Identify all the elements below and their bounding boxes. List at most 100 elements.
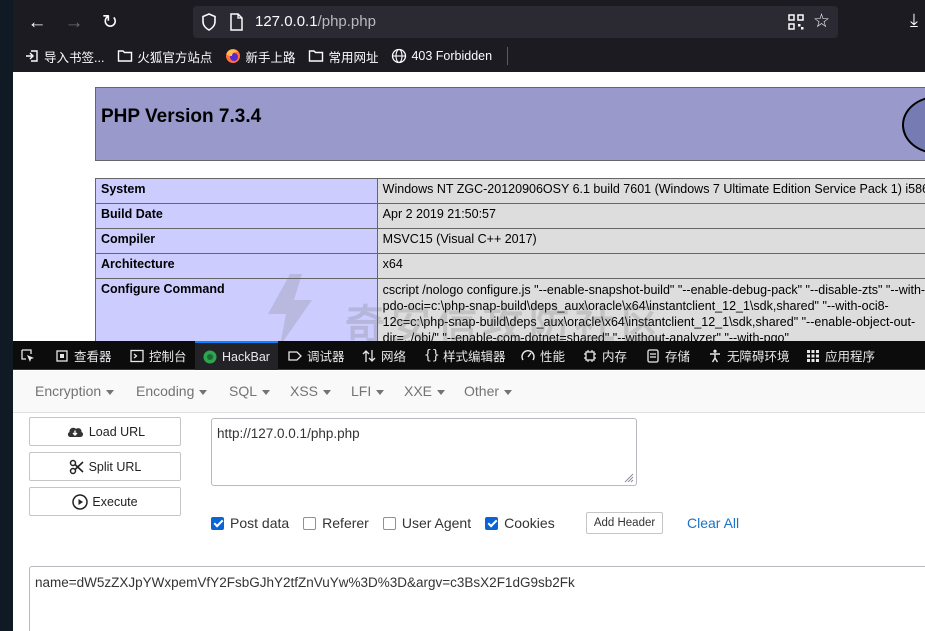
bookmark-common-sites[interactable]: 常用网址 xyxy=(308,47,378,66)
bookmark-star-icon[interactable]: ☆ xyxy=(813,10,830,33)
tab-element-picker[interactable] xyxy=(21,341,40,370)
storage-icon xyxy=(647,348,659,363)
menu-xss[interactable]: XSS xyxy=(290,383,331,399)
forward-icon[interactable]: → xyxy=(61,10,87,36)
watermark-logo-icon xyxy=(268,274,312,346)
bookmarks-toolbar: 导入书签... 火狐官方站点 新手上路 常用网址 403 Forbidden xyxy=(24,44,509,68)
menu-encoding[interactable]: Encoding xyxy=(136,383,207,399)
referer-checkbox[interactable] xyxy=(303,516,317,530)
row-key: Build Date xyxy=(95,203,378,229)
bookmark-label: 新手上路 xyxy=(245,50,296,65)
tab-label: 性能 xyxy=(540,350,566,364)
load-url-button[interactable]: Load URL xyxy=(29,417,181,446)
option-cookies[interactable]: Cookies xyxy=(485,515,555,531)
window-edge xyxy=(0,0,13,631)
post-data-value: name=dW5zZXJpYWxpemVfY2FsbGJhY2tfZnVuYw%… xyxy=(35,575,575,590)
bookmark-import[interactable]: 导入书签... xyxy=(24,47,104,66)
qr-code-icon[interactable] xyxy=(788,14,804,30)
tab-label: 查看器 xyxy=(74,350,112,364)
bookmark-getting-started[interactable]: 新手上路 xyxy=(225,47,295,66)
hackbar-menubar: Encryption Encoding SQL XSS LFI XXE Othe… xyxy=(13,371,925,413)
menu-sql[interactable]: SQL xyxy=(229,383,270,399)
cookies-checkbox[interactable] xyxy=(485,516,499,530)
bookmark-label: 导入书签... xyxy=(44,50,105,65)
row-key: System xyxy=(95,178,378,204)
inspector-icon xyxy=(56,349,68,362)
tab-style-editor[interactable]: {} 样式编辑器 xyxy=(424,341,506,370)
firefox-icon xyxy=(226,49,241,63)
devtools-panel: 查看器 控制台 HackBar 调试器 网络 {} 样式编辑器 性能 内存 存储… xyxy=(13,341,925,631)
menu-lfi[interactable]: LFI xyxy=(351,383,384,399)
tab-label: 应用程序 xyxy=(825,350,876,364)
back-icon[interactable]: ← xyxy=(24,10,50,36)
performance-icon xyxy=(521,349,535,360)
accessibility-icon xyxy=(710,349,720,362)
tab-accessibility[interactable]: 无障碍环境 xyxy=(708,341,790,370)
page-icon xyxy=(230,13,243,31)
option-user-agent[interactable]: User Agent xyxy=(382,515,472,531)
option-post-data[interactable]: Post data xyxy=(211,515,289,531)
bookmark-403-forbidden[interactable]: 403 Forbidden xyxy=(391,48,492,64)
php-logo-icon xyxy=(902,96,925,154)
tab-label: 调试器 xyxy=(307,350,345,364)
post-data-checkbox[interactable] xyxy=(211,516,224,530)
folder-icon xyxy=(309,50,324,62)
download-icon[interactable]: ⤓ xyxy=(910,10,918,31)
bookmark-firefox-site[interactable]: 火狐官方站点 xyxy=(117,47,212,66)
menu-xxe[interactable]: XXE xyxy=(404,383,445,399)
user-agent-checkbox[interactable] xyxy=(382,516,396,530)
tab-memory[interactable]: 内存 xyxy=(583,341,627,370)
option-label: Cookies xyxy=(504,515,555,531)
option-label: User Agent xyxy=(401,515,472,531)
option-referer[interactable]: Referer xyxy=(303,515,369,531)
tab-application[interactable]: 应用程序 xyxy=(806,341,875,370)
table-row: Compiler MSVC15 (Visual C++ 2017) xyxy=(95,228,925,254)
execute-button[interactable]: Execute xyxy=(29,487,181,516)
tab-inspector[interactable]: 查看器 xyxy=(55,341,112,370)
shield-icon[interactable] xyxy=(201,13,217,31)
reload-icon[interactable]: ↻ xyxy=(97,10,123,36)
debugger-icon xyxy=(288,350,302,361)
tab-storage[interactable]: 存储 xyxy=(646,341,690,370)
post-data-textarea[interactable]: name=dW5zZXJpYWxpemVfY2FsbGJhY2tfZnVuYw%… xyxy=(29,566,925,631)
screen: ← → ↻ 127.0.0.1/php.php ☆ ⤓ 导入书签... 火狐官方… xyxy=(0,0,925,631)
clear-all-link[interactable]: Clear All xyxy=(687,515,739,531)
table-row: System Windows NT ZGC-20120906OSY 6.1 bu… xyxy=(95,178,925,204)
page-title: PHP Version 7.3.4 xyxy=(101,106,262,127)
tab-label: HackBar xyxy=(222,349,270,364)
url-textarea[interactable]: http://127.0.0.1/php.php xyxy=(211,418,637,486)
url-text: 127.0.0.1/php.php xyxy=(255,13,376,30)
bookmark-label: 火狐官方站点 xyxy=(137,50,213,65)
tab-debugger[interactable]: 调试器 xyxy=(288,341,345,370)
address-bar[interactable]: 127.0.0.1/php.php ☆ xyxy=(193,6,838,38)
tab-console[interactable]: 控制台 xyxy=(130,341,187,370)
globe-icon xyxy=(392,48,407,64)
tab-label: 样式编辑器 xyxy=(443,350,506,364)
url-host: 127.0.0.1 xyxy=(255,13,318,30)
play-icon xyxy=(72,493,89,510)
add-header-button[interactable]: Add Header xyxy=(586,512,663,534)
tab-label: 存储 xyxy=(665,350,691,364)
row-value: Apr 2 2019 21:50:57 xyxy=(376,203,925,229)
row-key: Architecture xyxy=(95,253,378,279)
url-path: /php.php xyxy=(317,13,376,30)
option-label: Referer xyxy=(322,515,369,531)
tab-hackbar[interactable]: HackBar xyxy=(195,341,278,370)
url-value: http://127.0.0.1/php.php xyxy=(217,426,360,441)
tab-network[interactable]: 网络 xyxy=(362,341,406,370)
scissors-icon xyxy=(69,459,84,474)
menu-encryption[interactable]: Encryption xyxy=(35,383,114,399)
devtools-tabbar: 查看器 控制台 HackBar 调试器 网络 {} 样式编辑器 性能 内存 存储… xyxy=(13,341,925,370)
style-editor-icon: {} xyxy=(424,347,440,363)
tab-label: 网络 xyxy=(381,350,407,364)
browser-toolbar: ← → ↻ 127.0.0.1/php.php ☆ ⤓ 导入书签... 火狐官方… xyxy=(0,0,925,72)
menu-other[interactable]: Other xyxy=(464,383,512,399)
resize-grip-icon[interactable] xyxy=(622,471,634,483)
cloud-download-icon xyxy=(67,427,83,437)
tab-label: 无障碍环境 xyxy=(727,350,790,364)
tab-performance[interactable]: 性能 xyxy=(521,341,565,370)
bookmark-label: 403 Forbidden xyxy=(411,49,493,63)
split-url-button[interactable]: Split URL xyxy=(29,452,181,481)
inspect-picker-icon xyxy=(21,348,34,362)
php-header: PHP Version 7.3.4 xyxy=(95,87,925,161)
